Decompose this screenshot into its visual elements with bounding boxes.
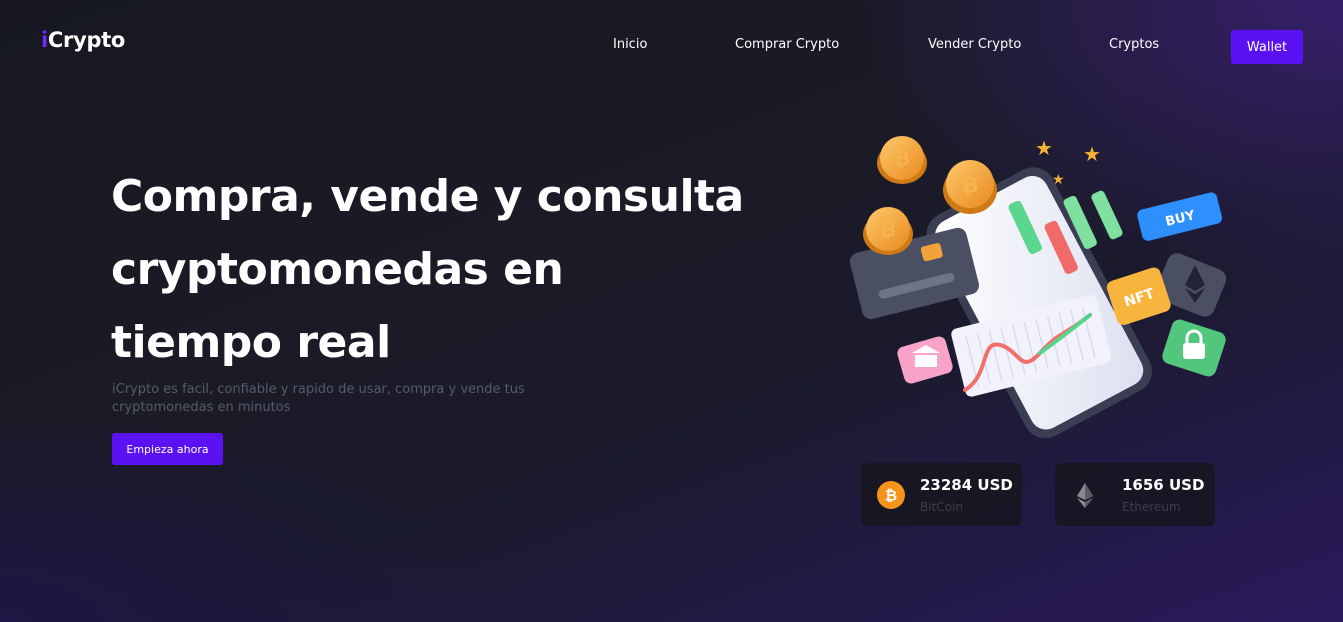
bitcoin-price: 23284 USD xyxy=(920,476,1013,494)
svg-text:₿: ₿ xyxy=(894,148,909,170)
ethereum-icon xyxy=(1071,481,1099,509)
crypto-phone-illustration: ₿ ₿ ₿ ★ ★ ★ BUY NFT xyxy=(849,136,1227,439)
bank-tile-graphic xyxy=(897,336,953,384)
svg-text:₿: ₿ xyxy=(885,487,897,505)
price-card-bitcoin: ₿ 23284 USD BitCoin xyxy=(861,463,1022,526)
svg-text:₿: ₿ xyxy=(880,219,895,241)
buy-tag-graphic: BUY xyxy=(1137,192,1223,241)
nav-link-cryptos[interactable]: Cryptos xyxy=(1109,37,1159,52)
hero-title: Compra, vende y consulta cryptomonedas e… xyxy=(111,160,751,379)
hero-title-line-1: Compra, vende y consulta xyxy=(111,171,744,222)
bitcoin-name: BitCoin xyxy=(920,500,963,514)
ethereum-price: 1656 USD xyxy=(1122,476,1205,494)
get-started-button[interactable]: Empieza ahora xyxy=(112,433,223,465)
svg-text:★: ★ xyxy=(1035,136,1053,160)
bitcoin-icon: ₿ xyxy=(877,481,905,509)
bitcoin-coin-graphic: ₿ xyxy=(877,136,927,184)
bitcoin-coin-graphic: ₿ xyxy=(943,160,997,214)
nav-link-comprar-crypto[interactable]: Comprar Crypto xyxy=(735,37,839,52)
svg-text:★: ★ xyxy=(1083,142,1101,166)
price-card-ethereum: 1656 USD Ethereum xyxy=(1055,463,1215,526)
logo-text: Crypto xyxy=(47,28,126,52)
svg-text:₿: ₿ xyxy=(961,173,978,197)
logo-accent: i xyxy=(41,28,48,52)
hero-title-line-2: cryptomonedas en xyxy=(111,244,564,295)
nav-link-vender-crypto[interactable]: Vender Crypto xyxy=(928,37,1021,52)
svg-text:★: ★ xyxy=(1052,172,1065,188)
hero-subtitle: iCrypto es facil, confiable y rapido de … xyxy=(112,382,525,415)
logo[interactable]: iCrypto xyxy=(41,28,125,52)
wallet-button[interactable]: Wallet xyxy=(1231,30,1303,64)
lock-tile-graphic xyxy=(1162,319,1226,377)
ethereum-name: Ethereum xyxy=(1122,500,1181,514)
bitcoin-coin-graphic: ₿ xyxy=(863,207,913,255)
hero-title-line-3: tiempo real xyxy=(111,317,391,368)
nav-link-inicio[interactable]: Inicio xyxy=(613,37,647,52)
